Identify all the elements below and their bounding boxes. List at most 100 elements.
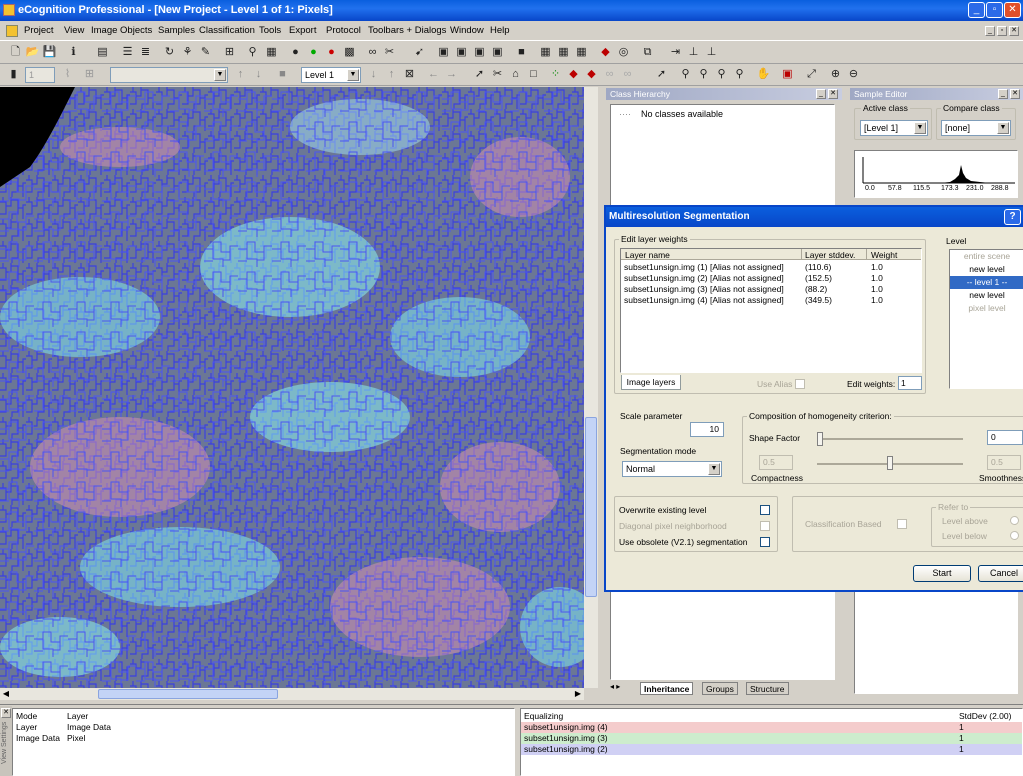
edit-weights-input[interactable]: 1 [898,376,922,390]
menu-export[interactable]: Export [289,25,316,36]
use-alias-checkbox[interactable] [795,379,805,389]
pointer-eye-icon[interactable]: ➹ [412,45,427,60]
scale-input[interactable]: 10 [690,422,724,437]
image-view-icon[interactable]: ▣ [436,45,451,60]
points-icon[interactable]: ⁘ [548,67,563,82]
open-icon[interactable]: 📂 [25,45,40,60]
level-1-selected[interactable]: -- level 1 -- [950,276,1023,289]
feature-list-icon[interactable]: ☰ [120,45,135,60]
tree2-icon[interactable]: ⊥ [704,45,719,60]
class-edit-icon[interactable]: ✎ [198,45,213,60]
zoom-in-icon[interactable]: ⊕ [828,67,843,82]
mode-val[interactable]: Layer [67,711,88,721]
pan-hand-icon[interactable]: ✋ [756,67,771,82]
mdi-restore-icon[interactable]: ▫ [997,26,1007,36]
menu-samples[interactable]: Samples [158,25,195,36]
equalize-row[interactable]: subset1unsign.img (2) 1 [521,744,1022,755]
tab-structure[interactable]: Structure [746,682,789,695]
obsolete-checkbox[interactable] [760,537,770,547]
info-black-icon[interactable]: ● [288,45,303,60]
chain2-icon[interactable]: ∞ [620,67,635,82]
chain-icon[interactable]: ∞ [602,67,617,82]
view-settings-close-icon[interactable]: ✕ [1,708,11,718]
layer-bars-icon[interactable]: ▮ [6,67,21,82]
info-icon[interactable]: ℹ [66,45,81,60]
level-pixel[interactable]: pixel level [950,302,1023,315]
level-select[interactable]: Level 1 ▼ [301,67,361,83]
save-icon[interactable]: 💾 [42,45,57,60]
layer-view2-icon[interactable]: ▣ [472,45,487,60]
zoom-out-icon[interactable]: ⊖ [846,67,861,82]
select-cursor-icon[interactable]: ➚ [654,67,669,82]
table-row[interactable]: subset1unsign.img (2) [Alias not assigne… [621,273,921,284]
zoom-a-icon[interactable]: ⚲ [678,67,693,82]
menu-help[interactable]: Help [490,25,510,36]
equalize-row[interactable]: subset1unsign.img (3) 1 [521,733,1022,744]
zoom-window-icon[interactable]: ▣ [780,67,795,82]
help-icon[interactable]: ? [1004,209,1021,225]
zoom-b-icon[interactable]: ⚲ [696,67,711,82]
zoom-c-icon[interactable]: ⚲ [714,67,729,82]
image-hscrollbar[interactable]: ◀ ▶ [0,688,584,700]
layer-view3-icon[interactable]: ▣ [490,45,505,60]
new-icon[interactable]: 🗋 [8,45,23,60]
level-new-above[interactable]: new level [950,263,1023,276]
col-layer-stddev[interactable]: Layer stddev. [805,250,855,260]
level-up-icon[interactable]: ↑ [384,67,399,82]
blue-box-icon[interactable]: ■ [514,45,529,60]
menu-project[interactable]: Project [24,25,54,36]
diagonal-checkbox[interactable] [760,521,770,531]
rotate-icon[interactable]: ↻ [162,45,177,60]
rect-icon[interactable]: □ [526,67,541,82]
classify2-icon[interactable]: ▦ [556,45,571,60]
active-class-select[interactable]: [Level 1] ▼ [860,120,928,136]
scroll-left-icon[interactable]: ◀ [0,688,12,700]
menu-protocol[interactable]: Protocol [326,25,361,36]
table-row[interactable]: subset1unsign.img (4) [Alias not assigne… [621,295,921,306]
up-arrow-icon[interactable]: ↑ [233,67,248,82]
layer-val[interactable]: Image Data [67,722,111,732]
grid-icon[interactable]: ▩ [342,45,357,60]
shape-slider-track[interactable] [817,438,963,440]
wand-icon[interactable]: ⚘ [180,45,195,60]
samples-icon[interactable]: ◆ [598,45,613,60]
delete-level-icon[interactable]: ⊠ [402,67,417,82]
square-icon[interactable]: ■ [275,67,290,82]
mdi-minimize-icon[interactable]: _ [985,26,995,36]
smoothness-input[interactable]: 0.5 [987,455,1021,470]
menu-image-objects[interactable]: Image Objects [91,25,152,36]
target-icon[interactable]: ◎ [616,45,631,60]
forward-icon[interactable]: → [444,67,459,82]
mdi-close-icon[interactable]: ✕ [1009,26,1019,36]
merge-icon[interactable]: ⌂ [508,67,523,82]
compare-class-select[interactable]: [none] ▼ [941,120,1011,136]
compactness-input[interactable]: 0.5 [759,455,793,470]
col-weight[interactable]: Weight [871,250,897,260]
image-view[interactable] [0,87,584,688]
back-icon[interactable]: ← [426,67,441,82]
marker-icon[interactable]: ◆ [584,67,599,82]
minimize-icon[interactable]: _ [968,2,985,18]
segmentation-icon[interactable]: ▦ [264,45,279,60]
panel-close-icon[interactable]: ✕ [828,89,838,99]
start-button[interactable]: Start [913,565,971,582]
menu-tools[interactable]: Tools [259,25,281,36]
level-number-field[interactable]: 1 [25,67,55,83]
equalize-row[interactable]: subset1unsign.img (4) 1 [521,722,1022,733]
glasses-icon[interactable]: ∞ [365,45,380,60]
cut-icon[interactable]: ✂ [490,67,505,82]
object-table-icon[interactable]: ▤ [95,45,110,60]
col-layer-name[interactable]: Layer name [625,250,670,260]
info-red-icon[interactable]: ● [324,45,339,60]
cursor-icon[interactable]: ➚ [472,67,487,82]
mode-select[interactable]: Normal ▼ [622,461,722,477]
tab-groups[interactable]: Groups [702,682,738,695]
zoom-extent-icon[interactable]: ⤢ [804,67,819,82]
fill-icon[interactable]: ◆ [566,67,581,82]
table-row[interactable]: subset1unsign.img (3) [Alias not assigne… [621,284,921,295]
zoom-d-icon[interactable]: ⚲ [732,67,747,82]
menu-toolbars-dialogs[interactable]: Toolbars + Dialogs [368,25,446,36]
classify3-icon[interactable]: ▦ [574,45,589,60]
class-select[interactable]: ▼ [110,67,228,83]
overwrite-checkbox[interactable] [760,505,770,515]
